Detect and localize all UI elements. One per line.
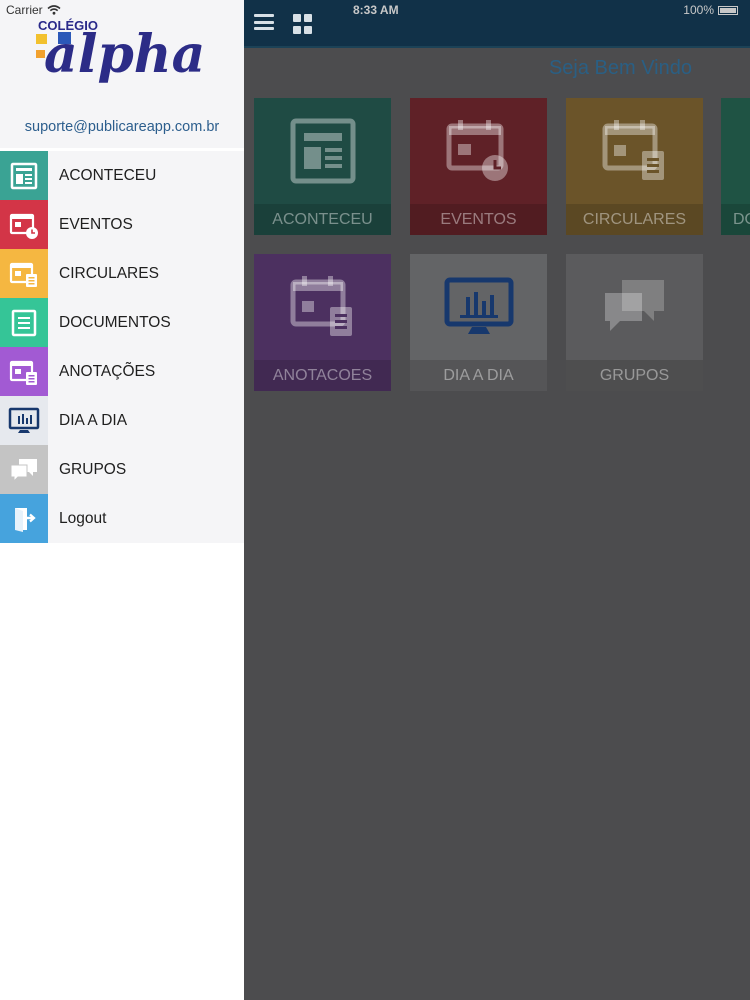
calendar-note-icon (254, 254, 391, 360)
tile-label: ANOTACOES (254, 360, 391, 391)
tile-label: DIA A DIA (410, 360, 547, 391)
calendar-document-icon (0, 249, 48, 298)
svg-text:alpha: alpha (44, 24, 205, 85)
tile-label: CIRCULARES (566, 204, 703, 235)
tile-dia-a-dia[interactable]: DIA A DIA (410, 254, 547, 391)
side-drawer: COLÉGIO alpha suporte@publicareapp.com.b… (0, 0, 244, 1000)
tile-grupos[interactable]: GRUPOS (566, 254, 703, 391)
menu-item-label: CIRCULARES (59, 264, 159, 282)
calendar-document-icon (566, 98, 703, 204)
brand-header: COLÉGIO alpha suporte@publicareapp.com.b… (0, 0, 244, 148)
support-email[interactable]: suporte@publicareapp.com.br (0, 119, 244, 135)
colegio-alpha-logo: COLÉGIO alpha (30, 14, 220, 99)
menu-item-label: DIA A DIA (59, 411, 128, 429)
logout-icon (0, 494, 48, 543)
tile-anotacoes[interactable]: ANOTACOES (254, 254, 391, 391)
battery-indicator: 100% (683, 3, 738, 17)
menu-item-label: EVENTOS (59, 215, 133, 233)
menu-item-label: ANOTAÇÕES (59, 362, 156, 380)
calendar-clock-icon (0, 200, 48, 249)
menu-item-grupos[interactable]: GRUPOS (0, 445, 244, 494)
menu-item-aconteceu[interactable]: ACONTECEU (0, 151, 244, 200)
menu-item-dia-a-dia[interactable]: DIA A DIA (0, 396, 244, 445)
newspaper-icon (254, 98, 391, 204)
menu-item-label: GRUPOS (59, 460, 127, 478)
menu-item-anotacoes[interactable]: ANOTAÇÕES (0, 347, 244, 396)
calendar-note-icon (0, 347, 48, 396)
monitor-chart-icon (0, 396, 48, 445)
battery-percent: 100% (683, 3, 714, 17)
chat-icon (566, 254, 703, 360)
tile-documentos[interactable]: DO (721, 98, 750, 235)
tile-label: EVENTOS (410, 204, 547, 235)
menu-item-eventos[interactable]: EVENTOS (0, 200, 244, 249)
calendar-clock-icon (410, 98, 547, 204)
tile-label: DO (721, 204, 750, 235)
menu-item-label: ACONTECEU (59, 166, 157, 184)
clock: 8:33 AM (353, 3, 399, 17)
tile-circulares[interactable]: CIRCULARES (566, 98, 703, 235)
welcome-text: Seja Bem Vindo (548, 57, 692, 79)
status-bar: Carrier 8:33 AM 100% (0, 0, 750, 20)
menu-item-circulares[interactable]: CIRCULARES (0, 249, 244, 298)
menu-item-label: DOCUMENTOS (59, 313, 171, 331)
wifi-icon (47, 5, 61, 15)
battery-icon (718, 5, 738, 15)
menu-item-label: Logout (59, 509, 107, 527)
menu-item-logout[interactable]: Logout (0, 494, 244, 543)
menu-item-documentos[interactable]: DOCUMENTOS (0, 298, 244, 347)
newspaper-icon (0, 151, 48, 200)
tile-eventos[interactable]: EVENTOS (410, 98, 547, 235)
tile-label: GRUPOS (566, 360, 703, 391)
tile-label: ACONTECEU (254, 204, 391, 235)
document-icon (0, 298, 48, 347)
tile-aconteceu[interactable]: ACONTECEU (254, 98, 391, 235)
drawer-menu: ACONTECEU EVENTOS CIRCULARES DOCUMENTOS (0, 151, 244, 543)
chat-icon (0, 445, 48, 494)
carrier-label: Carrier (6, 3, 43, 17)
main-content[interactable]: Seja Bem Vindo ACONTECEU EVENTOS CIRCULA… (244, 0, 750, 1000)
monitor-chart-icon (410, 254, 547, 360)
carrier-indicator: Carrier (6, 3, 61, 17)
document-icon (721, 98, 750, 204)
